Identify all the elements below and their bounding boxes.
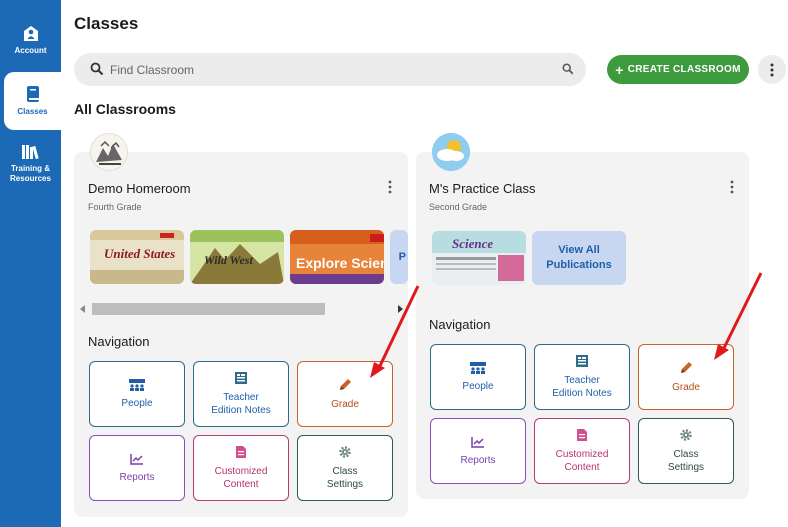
arrow-icon xyxy=(714,272,763,360)
arrow-icon xyxy=(370,285,420,378)
annotation-arrows xyxy=(370,272,763,378)
